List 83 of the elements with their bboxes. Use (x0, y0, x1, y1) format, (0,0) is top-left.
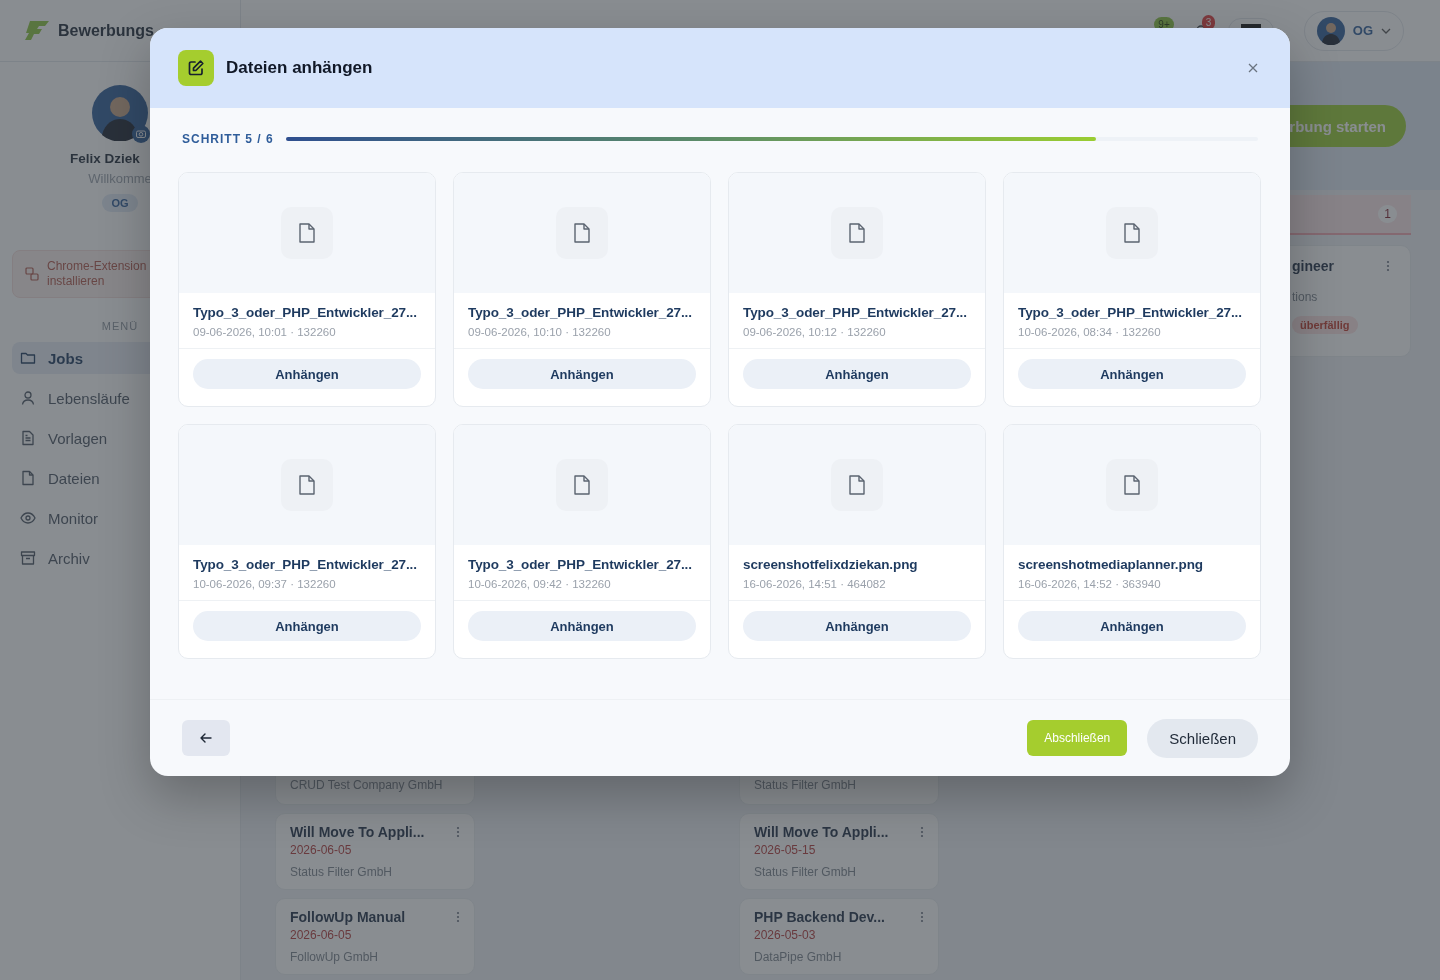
folder-icon (20, 350, 36, 366)
job-date: 2026-06-05 (290, 928, 353, 942)
file-name: screenshotfelixdziekan.png (743, 557, 919, 572)
job-card[interactable]: PHP Backend Dev... 2026-05-03 DataPipe GmbH (739, 898, 939, 975)
sidebar-item[interactable]: Dateien (12, 462, 228, 494)
file-meta: 10-06-2026, 09:37 · 132260 (193, 578, 337, 590)
attach-button[interactable]: Anhängen (193, 359, 421, 389)
file-icon (298, 223, 316, 243)
job-card[interactable]: FollowUp Manual 2026-06-05 FollowUp GmbH (275, 898, 475, 975)
modal-title: Dateien anhängen (226, 58, 374, 78)
file-name: Typo_3_oder_PHP_Entwickler_27... (193, 305, 418, 320)
sidebar-item[interactable]: Monitor (12, 502, 228, 534)
status-tag: überfällig (1292, 316, 1358, 334)
more-icon[interactable] (456, 826, 460, 838)
file-icon (1123, 475, 1141, 495)
arrow-left-icon (200, 733, 212, 743)
job-card[interactable]: Will Move To Appli... 2026-06-05 Status Filter GmbH (275, 813, 475, 890)
avatar (1316, 16, 1345, 45)
file-name: screenshotmediaplanner.png (1018, 557, 1204, 572)
user-name: Felix Dziek (70, 151, 140, 166)
eye-icon (20, 510, 36, 526)
attach-button[interactable]: Anhängen (1018, 359, 1246, 389)
file-icon (848, 475, 866, 495)
file-meta: 16-06-2026, 14:51 · 464082 (743, 578, 887, 590)
attach-button[interactable]: Anhängen (743, 611, 971, 641)
extension-text: Chrome-Extension installieren (47, 259, 148, 289)
close-text-button[interactable]: Schließen (1147, 718, 1258, 758)
close-icon (1248, 63, 1258, 73)
more-icon[interactable] (920, 911, 924, 923)
attach-button[interactable]: Anhängen (468, 359, 696, 389)
file-meta: 10-06-2026, 09:42 · 132260 (468, 578, 612, 590)
job-title: Will Move To Appli... (290, 824, 425, 840)
file-meta: 09-06-2026, 10:12 · 132260 (743, 326, 887, 338)
app-logo-text: Bewerbungs (58, 21, 154, 40)
file-meta: 10-06-2026, 08:34 · 132260 (1018, 326, 1162, 338)
file-icon (848, 223, 866, 243)
job-date: 2026-05-03 (754, 928, 817, 942)
file-icon (1123, 223, 1141, 243)
logo-icon (24, 19, 50, 42)
attach-button[interactable]: Anhängen (193, 611, 421, 641)
attach-button[interactable]: Anhängen (743, 359, 971, 389)
job-title: Will Move To Appli... (754, 824, 889, 840)
file-name: Typo_3_oder_PHP_Entwickler_27... (468, 305, 693, 320)
count-badge: 1 (1378, 205, 1397, 223)
company-name: Status Filter GmbH (754, 865, 858, 879)
attach-button[interactable]: Anhängen (468, 611, 696, 641)
file-icon (573, 475, 591, 495)
job-card[interactable]: Will Move To Appli... 2026-05-15 Status Filter GmbH (739, 813, 939, 890)
job-title: gineer (1292, 258, 1334, 274)
job-date: 2026-05-15 (754, 843, 817, 857)
back-button[interactable] (182, 720, 230, 756)
attach-button[interactable]: Anhängen (1018, 611, 1246, 641)
step-label: SCHRITT 5 / 6 (182, 132, 274, 146)
file-meta: 09-06-2026, 10:10 · 132260 (468, 326, 612, 338)
finish-button[interactable]: Abschließen (1027, 720, 1128, 756)
file-name: Typo_3_oder_PHP_Entwickler_27... (743, 305, 968, 320)
camera-icon[interactable] (132, 125, 150, 143)
file-icon (20, 470, 36, 486)
more-icon[interactable] (920, 826, 924, 838)
job-date: 2026-06-05 (290, 843, 353, 857)
file-meta: 09-06-2026, 10:01 · 132260 (193, 326, 337, 338)
file-name: Typo_3_oder_PHP_Entwickler_27... (193, 557, 418, 572)
document-icon (20, 430, 36, 446)
initials-badge: OG (102, 194, 138, 212)
company-name: FollowUp GmbH (290, 950, 380, 964)
file-name: Typo_3_oder_PHP_Entwickler_27... (468, 557, 693, 572)
company-name: DataPipe GmbH (754, 950, 843, 964)
job-title: FollowUp Manual (290, 909, 406, 925)
more-icon[interactable] (1386, 260, 1390, 272)
user-icon (20, 390, 36, 406)
sidebar-item[interactable]: Vorlagen (12, 422, 228, 454)
file-icon (298, 475, 316, 495)
file-icon (573, 223, 591, 243)
more-icon[interactable] (456, 911, 460, 923)
file-name: Typo_3_oder_PHP_Entwickler_27... (1018, 305, 1243, 320)
archive-icon (20, 550, 36, 566)
extension-icon (25, 267, 39, 281)
job-title: PHP Backend Dev... (754, 909, 885, 925)
company-name: Status Filter GmbH (290, 865, 394, 879)
chevron-down-icon (1381, 27, 1391, 34)
file-meta: 16-06-2026, 14:52 · 363940 (1018, 578, 1162, 590)
avatar (92, 85, 148, 141)
edit-icon (178, 50, 214, 86)
